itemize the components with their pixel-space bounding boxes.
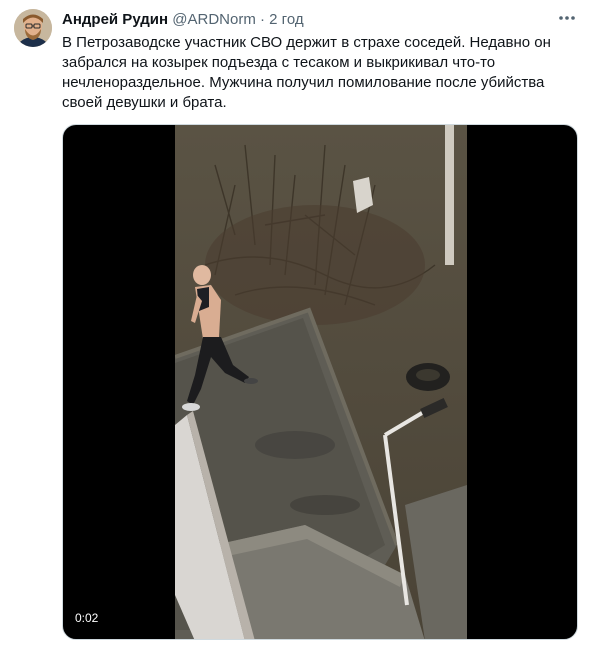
- video-duration: 0:02: [75, 611, 99, 625]
- author-avatar[interactable]: [14, 9, 52, 47]
- meta-separator: ·: [260, 11, 265, 28]
- author-display-name[interactable]: Андрей Рудин: [62, 11, 168, 28]
- tweet-text-line: нечленораздельное. Мужчина получил помил…: [62, 74, 545, 91]
- video-player[interactable]: 0:02: [62, 124, 578, 640]
- tweet[interactable]: Андрей Рудин @ARDNorm · 2 год В Петрозав…: [0, 0, 592, 649]
- author-handle[interactable]: @ARDNorm: [172, 11, 256, 28]
- tweet-text-line: В Петрозаводске участник СВО держит в ст…: [62, 34, 551, 51]
- tweet-text: В Петрозаводске участник СВО держит в ст…: [62, 33, 572, 113]
- video-still-image: [174, 125, 467, 639]
- more-horizontal-icon[interactable]: [554, 8, 580, 28]
- tweet-header: Андрей Рудин @ARDNorm · 2 год: [62, 11, 578, 31]
- tweet-text-line: своей девушки и брата.: [62, 94, 227, 111]
- tweet-text-line: забрался на козырек подъезда с тесаком и…: [62, 54, 496, 71]
- video-frame[interactable]: [174, 125, 467, 639]
- tweet-time[interactable]: 2 год: [269, 11, 303, 28]
